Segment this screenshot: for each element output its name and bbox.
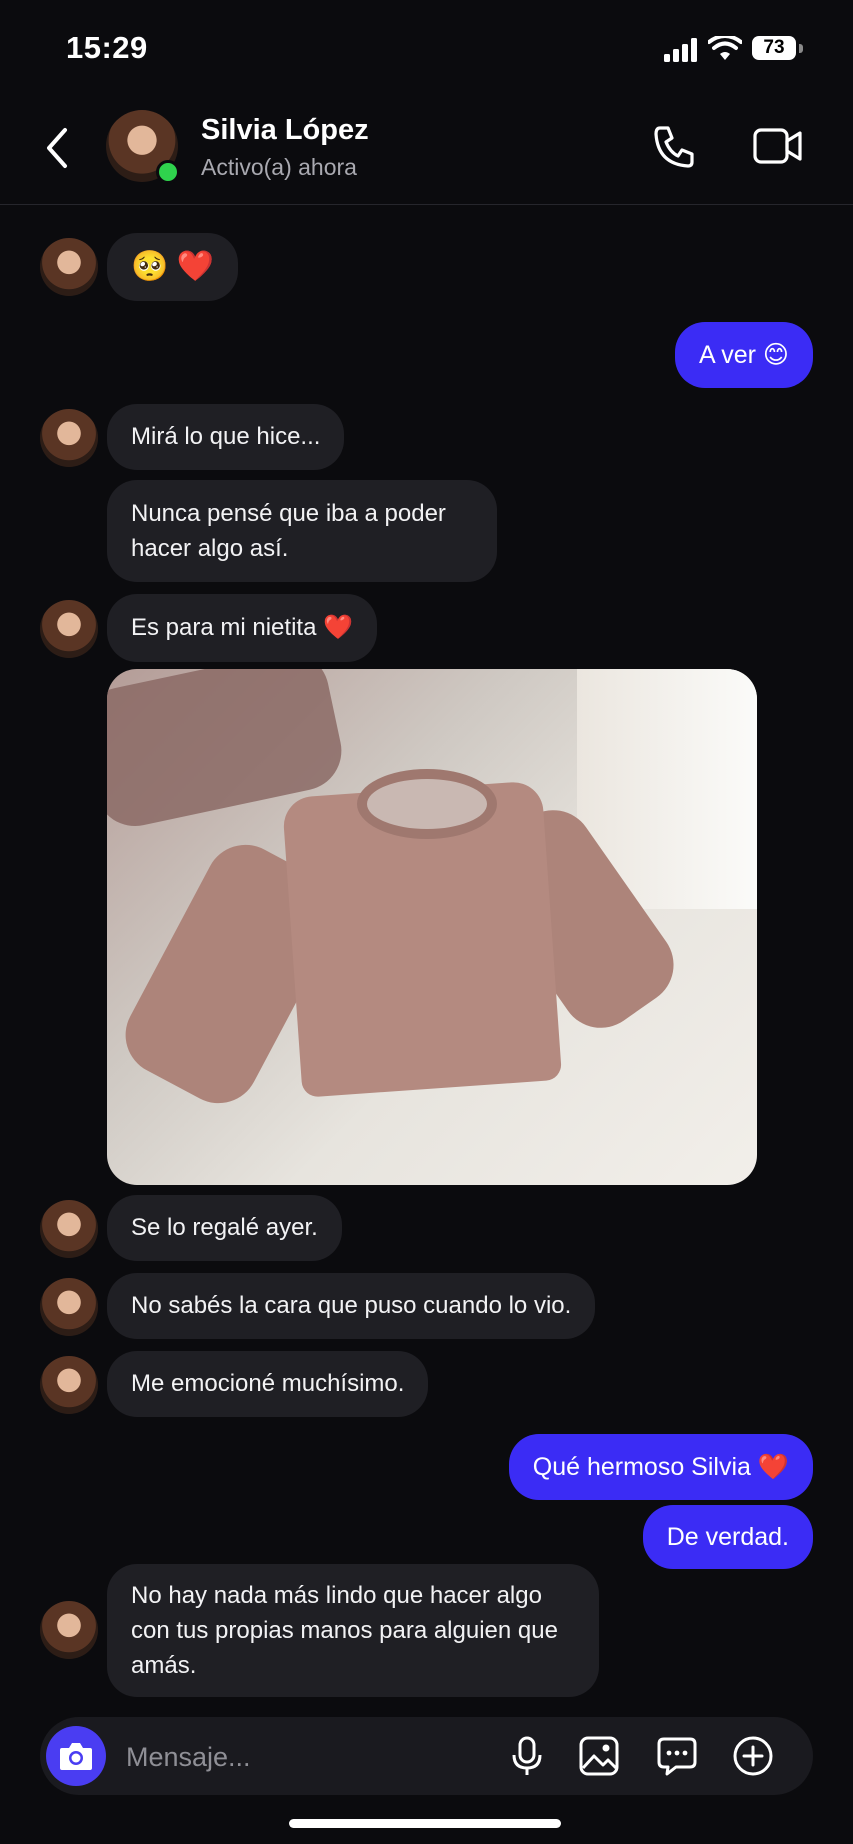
plus-circle-icon[interactable] (732, 1735, 774, 1777)
incoming-message[interactable]: Mirá lo que hice... (107, 404, 345, 470)
image-icon[interactable] (578, 1735, 620, 1777)
status-time: 15:29 (66, 30, 148, 65)
contact-avatar-small (40, 1601, 98, 1659)
message-composer (40, 1717, 813, 1795)
outgoing-message[interactable]: A ver 😊 (675, 322, 813, 388)
video-camera-icon[interactable] (752, 124, 804, 168)
contact-avatar-small (40, 238, 98, 296)
contact-status: Activo(a) ahora (201, 154, 357, 180)
contact-avatar-small (40, 1278, 98, 1336)
outgoing-message[interactable]: De verdad. (642, 1505, 813, 1569)
incoming-message[interactable]: No sabés la cara que puso cuando lo vio. (107, 1273, 596, 1339)
contact-name[interactable]: Silvia López (201, 114, 369, 147)
signal-icon (664, 38, 697, 62)
contact-avatar-small (40, 1200, 98, 1258)
camera-icon (60, 1743, 92, 1770)
camera-button[interactable] (46, 1726, 106, 1786)
incoming-message[interactable]: Es para mi nietita ❤️ (107, 594, 377, 662)
chat-header: Silvia López Activo(a) ahora (0, 100, 853, 205)
microphone-icon[interactable] (506, 1735, 548, 1777)
chevron-left-icon[interactable] (38, 124, 78, 172)
contact-avatar-small (40, 409, 98, 467)
battery-level: 73 (752, 36, 796, 60)
message-input[interactable] (124, 1733, 488, 1781)
online-status-dot (156, 160, 180, 184)
contact-avatar-small (40, 600, 98, 658)
battery-tip (799, 44, 803, 53)
incoming-message[interactable]: Me emocioné muchísimo. (107, 1351, 429, 1417)
incoming-message[interactable]: Nunca pensé que iba a poder hacer algo a… (107, 480, 497, 582)
incoming-message[interactable]: Se lo regalé ayer. (107, 1195, 342, 1261)
contact-avatar-small (40, 1356, 98, 1414)
home-indicator[interactable] (289, 1819, 561, 1828)
shared-photo[interactable] (107, 669, 757, 1185)
battery-indicator: 73 (752, 36, 806, 62)
phone-icon[interactable] (650, 122, 698, 170)
incoming-message[interactable]: No hay nada más lindo que hacer algo con… (107, 1564, 599, 1697)
photo-sweater-collar (357, 769, 497, 839)
status-bar: 15:29 73 (0, 0, 853, 100)
incoming-message[interactable]: 🥺 ❤️ (107, 233, 239, 301)
wifi-icon (708, 36, 742, 60)
outgoing-message[interactable]: Qué hermoso Silvia ❤️ (508, 1434, 813, 1500)
chat-bubble-icon[interactable] (656, 1735, 698, 1777)
